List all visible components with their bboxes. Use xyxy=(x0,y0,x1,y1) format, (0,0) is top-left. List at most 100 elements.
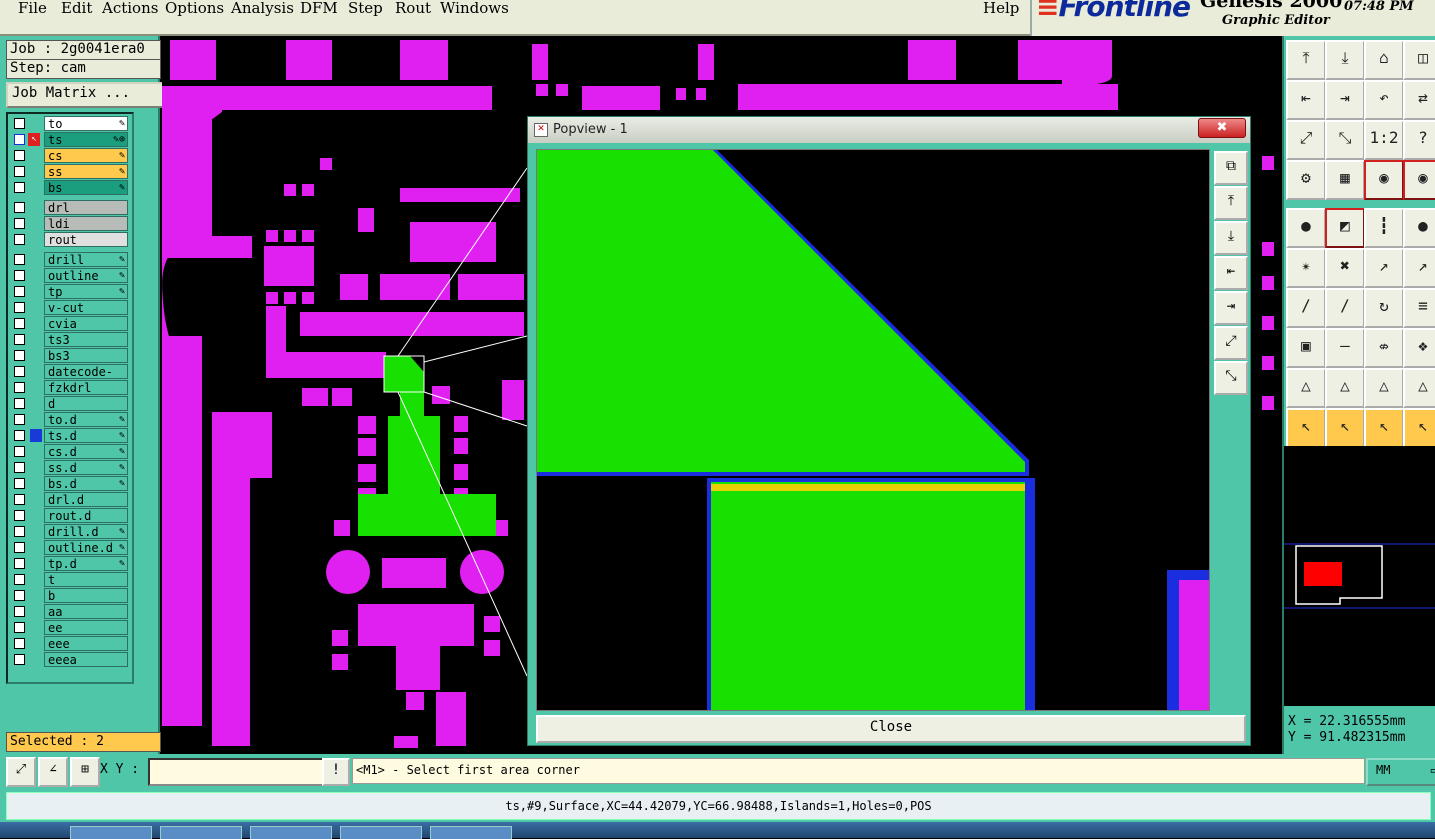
layer-checkbox[interactable] xyxy=(14,366,25,377)
layer-checkbox[interactable] xyxy=(14,118,25,129)
layer-checkbox[interactable] xyxy=(14,318,25,329)
units-select[interactable]: MM ▭ xyxy=(1366,758,1435,786)
layer-name[interactable]: bs3 xyxy=(44,348,128,363)
layer-checkbox[interactable] xyxy=(14,574,25,585)
tool-up-icon[interactable]: ⤒ xyxy=(1286,40,1326,80)
menu-step[interactable]: Step xyxy=(348,0,383,16)
layer-name[interactable]: cs.d ✎ xyxy=(44,444,128,459)
popview-titlebar[interactable]: ✕ Popview - 1 ✖ xyxy=(528,117,1250,143)
tool-rotate-icon[interactable]: ↻ xyxy=(1364,288,1404,328)
grid-icon[interactable]: ⊞ xyxy=(70,757,100,787)
layer-row-tp[interactable]: tp ✎ xyxy=(10,284,130,299)
pv-zoom-out-icon[interactable]: ⤡ xyxy=(1214,361,1248,395)
tool-move-icon[interactable]: ↗ xyxy=(1364,248,1404,288)
tool-copy-icon[interactable]: ↗ xyxy=(1403,248,1435,288)
tool-mirror-icon[interactable]: ⇎ xyxy=(1364,328,1404,368)
layer-row-datecode-to[interactable]: datecode-to xyxy=(10,364,130,393)
layer-name[interactable]: ldi xyxy=(44,216,128,231)
tool-left-icon[interactable]: ⇤ xyxy=(1286,80,1326,120)
layer-name[interactable]: bs ✎ xyxy=(44,180,128,195)
layer-name[interactable]: d xyxy=(44,396,128,411)
layer-checkbox[interactable] xyxy=(14,494,25,505)
layer-row-bs-d[interactable]: bs.d ✎ xyxy=(10,476,130,491)
menu-actions[interactable]: Actions xyxy=(102,0,158,16)
layer-row-cvia[interactable]: cvia xyxy=(10,316,130,331)
layer-name[interactable]: fzkdrl xyxy=(44,380,128,395)
layer-checkbox[interactable] xyxy=(14,638,25,649)
tool-ruler-icon[interactable]: ┇ xyxy=(1364,208,1404,248)
tool-line-icon[interactable]: ∕ xyxy=(1286,288,1326,328)
taskbar-button[interactable] xyxy=(340,826,422,839)
tool-connect-icon[interactable]: ✴ xyxy=(1286,248,1326,288)
menu-rout[interactable]: Rout xyxy=(395,0,431,16)
layer-name[interactable]: ee xyxy=(44,620,128,635)
tool-pointer3-icon[interactable]: ↖ xyxy=(1364,408,1404,448)
tool-right-icon[interactable]: ⇥ xyxy=(1325,80,1365,120)
menu-windows[interactable]: Windows xyxy=(440,0,509,16)
layer-row-ts3[interactable]: ts3 xyxy=(10,332,130,347)
job-matrix-button[interactable]: Job Matrix ... xyxy=(6,82,164,108)
tool-group-icon[interactable]: ❖ xyxy=(1403,328,1435,368)
tool-zoom-in-icon[interactable]: ⤢ xyxy=(1286,120,1326,160)
tool-swap-icon[interactable]: ⇄ xyxy=(1403,80,1435,120)
layer-checkbox[interactable] xyxy=(14,302,25,313)
popview-canvas[interactable] xyxy=(536,149,1210,711)
tool-down-icon[interactable]: ⤓ xyxy=(1325,40,1365,80)
layer-checkbox[interactable] xyxy=(14,286,25,297)
layer-name[interactable]: cs ✎ xyxy=(44,148,128,163)
menu-analysis[interactable]: Analysis xyxy=(231,0,294,16)
tool-grid-icon[interactable]: ▦ xyxy=(1325,160,1365,200)
tool-snap2-icon[interactable]: ◉ xyxy=(1403,160,1435,200)
layer-name[interactable]: rout xyxy=(44,232,128,247)
close-icon[interactable]: ✖ xyxy=(1198,118,1246,138)
layer-name[interactable]: v-cut xyxy=(44,300,128,315)
layer-name[interactable]: cvia xyxy=(44,316,128,331)
taskbar-button[interactable] xyxy=(250,826,332,839)
pv-fit-icon[interactable]: ⧉ xyxy=(1214,151,1248,185)
layer-name[interactable]: eeea xyxy=(44,652,128,667)
pv-pan-down-icon[interactable]: ⤓ xyxy=(1214,221,1248,255)
menu-file[interactable]: File xyxy=(18,0,47,16)
execute-button[interactable]: ! xyxy=(322,758,350,786)
tool-arc4-icon[interactable]: △ xyxy=(1403,368,1435,408)
layer-checkbox[interactable] xyxy=(14,654,25,665)
tool-minus-icon[interactable]: — xyxy=(1325,328,1365,368)
layer-row-eeea[interactable]: eeea xyxy=(10,652,130,667)
layer-name[interactable]: outline.d ✎ xyxy=(44,540,128,555)
tool-select-area-icon[interactable]: ◩ xyxy=(1325,208,1365,248)
layer-checkbox[interactable] xyxy=(14,510,25,521)
tool-snap-icon[interactable]: ◉ xyxy=(1364,160,1404,200)
layer-row-ts-d[interactable]: ts.d ✎ xyxy=(10,428,130,443)
layer-name[interactable]: t xyxy=(44,572,128,587)
layer-row-tp-d[interactable]: tp.d ✎ xyxy=(10,556,130,571)
menu-dfm[interactable]: DFM xyxy=(300,0,338,16)
layer-name[interactable]: b xyxy=(44,588,128,603)
tool-line2-icon[interactable]: ∕ xyxy=(1325,288,1365,328)
layer-row-outline[interactable]: outline ✎ xyxy=(10,268,130,283)
popview-close-button[interactable]: Close xyxy=(536,715,1246,743)
tool-pointer4-icon[interactable]: ↖ xyxy=(1403,408,1435,448)
layer-name[interactable]: tp ✎ xyxy=(44,284,128,299)
layer-name[interactable]: drl.d xyxy=(44,492,128,507)
layer-row-drill[interactable]: drill ✎ xyxy=(10,252,130,267)
tool-zoom-out-icon[interactable]: ⤡ xyxy=(1325,120,1365,160)
tool-scale-icon[interactable]: 1:2 xyxy=(1364,120,1404,160)
layer-name[interactable]: drl xyxy=(44,200,128,215)
menu-edit[interactable]: Edit xyxy=(61,0,92,16)
tool-settings-icon[interactable]: ⚙ xyxy=(1286,160,1326,200)
layer-checkbox[interactable] xyxy=(14,526,25,537)
layer-row-drl[interactable]: drl xyxy=(10,200,130,215)
layer-row-to[interactable]: to ✎ xyxy=(10,116,130,131)
layer-row-b[interactable]: b xyxy=(10,588,130,603)
tool-delete-icon[interactable]: ✖ xyxy=(1325,248,1365,288)
tool-pointer-icon[interactable]: ↖ xyxy=(1286,408,1326,448)
layer-checkbox[interactable] xyxy=(14,622,25,633)
layer-checkbox[interactable] xyxy=(14,606,25,617)
layer-checkbox[interactable] xyxy=(14,414,25,425)
tool-pad-icon[interactable]: ● xyxy=(1286,208,1326,248)
tool-filter-icon[interactable]: ≡ xyxy=(1403,288,1435,328)
taskbar-button[interactable] xyxy=(430,826,512,839)
layer-checkbox[interactable] xyxy=(14,542,25,553)
layer-row-cs-d[interactable]: cs.d ✎ xyxy=(10,444,130,459)
layer-name[interactable]: datecode-to xyxy=(44,364,128,393)
